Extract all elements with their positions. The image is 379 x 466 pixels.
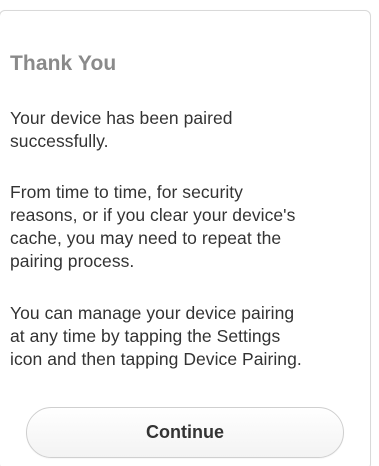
success-message: Your device has been paired successfully… [10, 108, 233, 151]
repair-notice: From time to time, for security reasons,… [10, 182, 296, 271]
dialog-title: Thank You [10, 52, 117, 75]
continue-button[interactable]: Continue [26, 407, 344, 458]
pairing-success-screen: Thank You Your device has been paired su… [0, 0, 379, 466]
thank-you-card: Thank You Your device has been paired su… [0, 10, 371, 466]
settings-instructions: You can manage your device pairing at an… [10, 303, 302, 369]
